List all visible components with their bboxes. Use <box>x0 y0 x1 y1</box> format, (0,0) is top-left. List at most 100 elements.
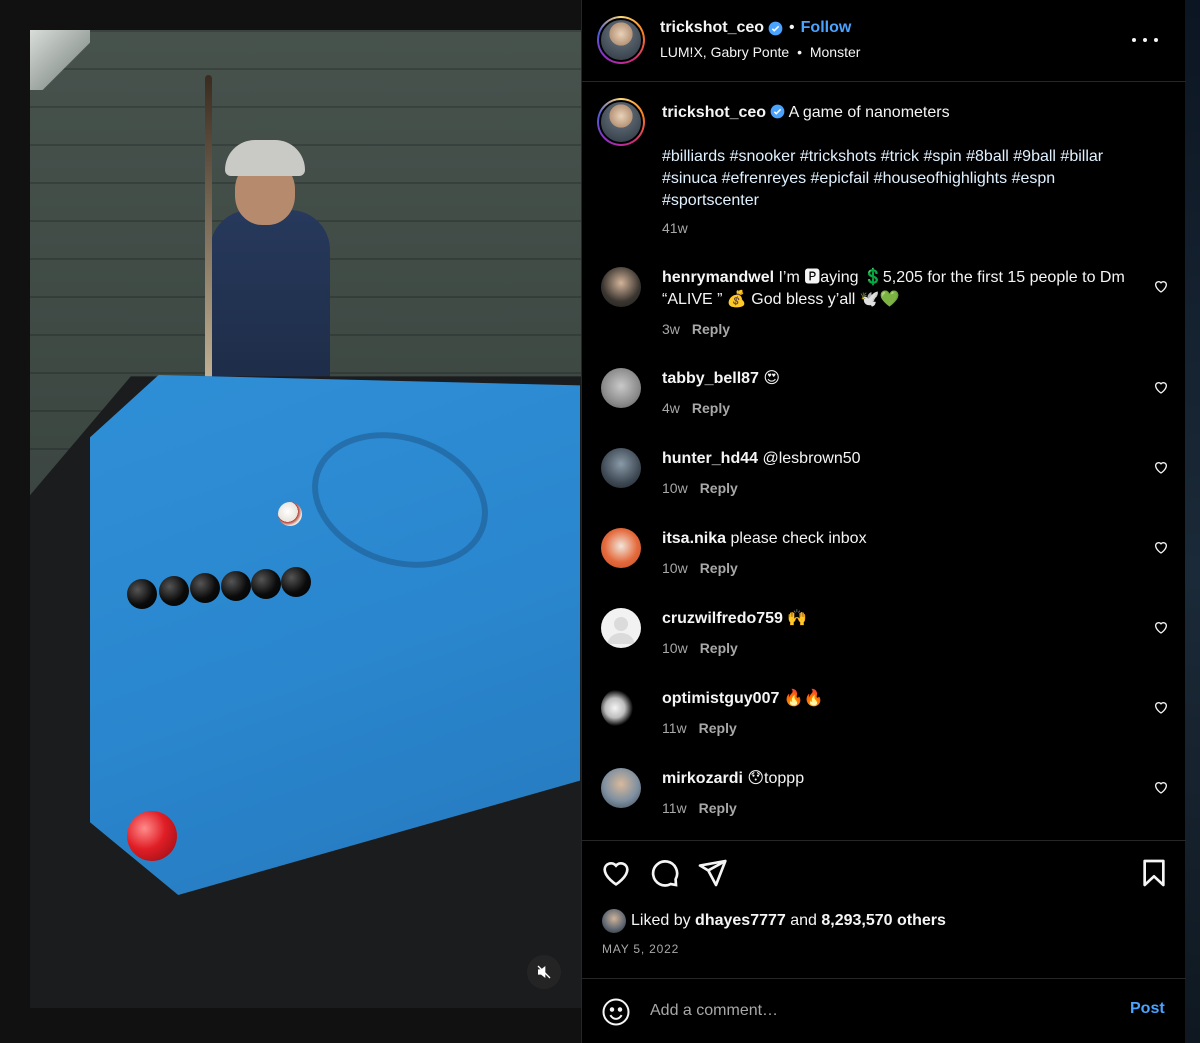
comment-text: mirkozardi 😯toppp <box>662 768 1132 790</box>
liker-username[interactable]: dhayes7777 <box>695 912 786 930</box>
comment-meta: 3w Reply <box>662 321 730 337</box>
more-options-button[interactable] <box>1132 28 1158 52</box>
comment-body: please check inbox <box>730 530 867 547</box>
comment-meta: 11w Reply <box>662 720 737 736</box>
audio-line[interactable]: LUM!X, Gabry Ponte • Monster <box>660 44 860 60</box>
comment-username[interactable]: mirkozardi <box>662 770 743 787</box>
caption-username[interactable]: trickshot_ceo <box>662 104 766 121</box>
comment-avatar[interactable] <box>601 528 641 568</box>
comment-input[interactable] <box>650 999 1110 1023</box>
comment-age[interactable]: 11w <box>662 720 687 736</box>
video-black-ball <box>251 569 281 599</box>
comment-text: tabby_bell87 😍 <box>662 368 1132 390</box>
video-black-ball <box>127 579 157 609</box>
author-line: trickshot_ceo • Follow <box>660 19 851 37</box>
comment-item: mirkozardi 😯toppp 11w Reply <box>582 768 1186 838</box>
comment-item: optimistguy007 🔥🔥 11w Reply <box>582 688 1186 758</box>
audio-artist: LUM!X, Gabry Ponte <box>660 44 790 60</box>
comment-avatar[interactable] <box>601 768 641 808</box>
comment-avatar[interactable] <box>601 368 641 408</box>
post-date[interactable]: MAY 5, 2022 <box>602 942 679 956</box>
likes-summary[interactable]: Liked by dhayes7777 and 8,293,570 others <box>602 909 946 933</box>
reply-button[interactable]: Reply <box>692 321 730 337</box>
comment-heart-icon[interactable] <box>1153 779 1169 795</box>
reply-button[interactable]: Reply <box>692 400 730 416</box>
reply-button[interactable]: Reply <box>699 800 737 816</box>
caption-text: A game of nanometers <box>788 104 950 121</box>
comment-username[interactable]: tabby_bell87 <box>662 370 759 387</box>
author-username[interactable]: trickshot_ceo <box>660 19 764 37</box>
comment-username[interactable]: itsa.nika <box>662 530 726 547</box>
comment-composer: Post <box>582 978 1186 1043</box>
mute-toggle-button[interactable] <box>527 955 561 989</box>
comment-avatar[interactable] <box>601 688 641 728</box>
reply-button[interactable]: Reply <box>700 640 738 656</box>
comment-text: optimistguy007 🔥🔥 <box>662 688 1132 710</box>
comment-meta: 10w Reply <box>662 640 738 656</box>
comment-avatar[interactable] <box>601 267 641 307</box>
likes-count[interactable]: 8,293,570 others <box>821 912 946 930</box>
post-video[interactable] <box>30 30 581 1008</box>
audio-track: Monster <box>809 44 861 60</box>
post-actions: Liked by dhayes7777 and 8,293,570 others… <box>582 840 1186 978</box>
comment-avatar[interactable] <box>601 608 641 648</box>
comment-age[interactable]: 11w <box>662 800 687 816</box>
caption-avatar[interactable] <box>597 98 645 146</box>
reply-button[interactable]: Reply <box>700 480 738 496</box>
comment-body[interactable]: @lesbrown50 <box>762 450 860 467</box>
comment-item: itsa.nika please check inbox 10w Reply <box>582 528 1186 598</box>
video-cue-ball <box>278 502 302 526</box>
video-light <box>30 30 90 90</box>
comment-username[interactable]: hunter_hd44 <box>662 450 758 467</box>
follow-button[interactable]: Follow <box>801 19 852 37</box>
comment-age[interactable]: 10w <box>662 560 688 576</box>
video-black-ball <box>281 567 311 597</box>
comment-age[interactable]: 3w <box>662 321 680 337</box>
video-player-figure <box>190 130 350 390</box>
author-avatar[interactable] <box>597 16 645 64</box>
video-cue-stick <box>205 75 212 395</box>
comment-age[interactable]: 10w <box>662 640 688 656</box>
header-separator: • <box>789 19 795 36</box>
comment-username[interactable]: optimistguy007 <box>662 690 779 707</box>
comment-heart-icon[interactable] <box>1153 379 1169 395</box>
comment-avatar[interactable] <box>601 448 641 488</box>
muted-icon <box>537 965 551 979</box>
comment-item: hunter_hd44 @lesbrown50 10w Reply <box>582 448 1186 518</box>
comment-text: itsa.nika please check inbox <box>662 528 1132 550</box>
video-black-ball <box>159 576 189 606</box>
comment-username[interactable]: henrymandwel <box>662 269 774 286</box>
comment-meta: 11w Reply <box>662 800 737 816</box>
post-header: trickshot_ceo • Follow LUM!X, Gabry Pont… <box>582 0 1186 82</box>
comment-meta: 4w Reply <box>662 400 730 416</box>
video-black-ball <box>190 573 220 603</box>
likes-prefix: Liked by <box>631 912 691 929</box>
comment-text: henrymandwel I’m 🅿aying 💲5,205 for the f… <box>662 267 1132 311</box>
comment-heart-icon[interactable] <box>1153 619 1169 635</box>
caption-hashtags[interactable]: #billiards #snooker #trickshots #trick #… <box>662 146 1142 212</box>
comment-age[interactable]: 10w <box>662 480 688 496</box>
comment-age[interactable]: 4w <box>662 400 680 416</box>
liker-avatar <box>602 909 626 933</box>
reply-button[interactable]: Reply <box>700 560 738 576</box>
comment-heart-icon[interactable] <box>1153 539 1169 555</box>
comment-item: cruzwilfredo759 🙌 10w Reply <box>582 608 1186 678</box>
reply-button[interactable]: Reply <box>699 720 737 736</box>
bookmark-icon[interactable] <box>1138 857 1170 889</box>
more-options-icon <box>1132 38 1136 42</box>
video-red-ball <box>127 811 177 861</box>
comment-heart-icon[interactable] <box>1153 699 1169 715</box>
emoji-icon[interactable] <box>601 997 631 1027</box>
heart-icon[interactable] <box>600 857 632 889</box>
post-comment-button[interactable]: Post <box>1130 1000 1165 1018</box>
background-feed-strip <box>1185 0 1200 1043</box>
verified-badge-icon <box>770 104 785 119</box>
video-black-ball <box>221 571 251 601</box>
caption-age[interactable]: 41w <box>662 220 688 236</box>
comment-heart-icon[interactable] <box>1153 459 1169 475</box>
comment-body: 😯toppp <box>747 770 805 787</box>
share-icon[interactable] <box>696 857 728 889</box>
comment-username[interactable]: cruzwilfredo759 <box>662 610 783 627</box>
comment-icon[interactable] <box>648 857 680 889</box>
comment-heart-icon[interactable] <box>1153 278 1169 294</box>
